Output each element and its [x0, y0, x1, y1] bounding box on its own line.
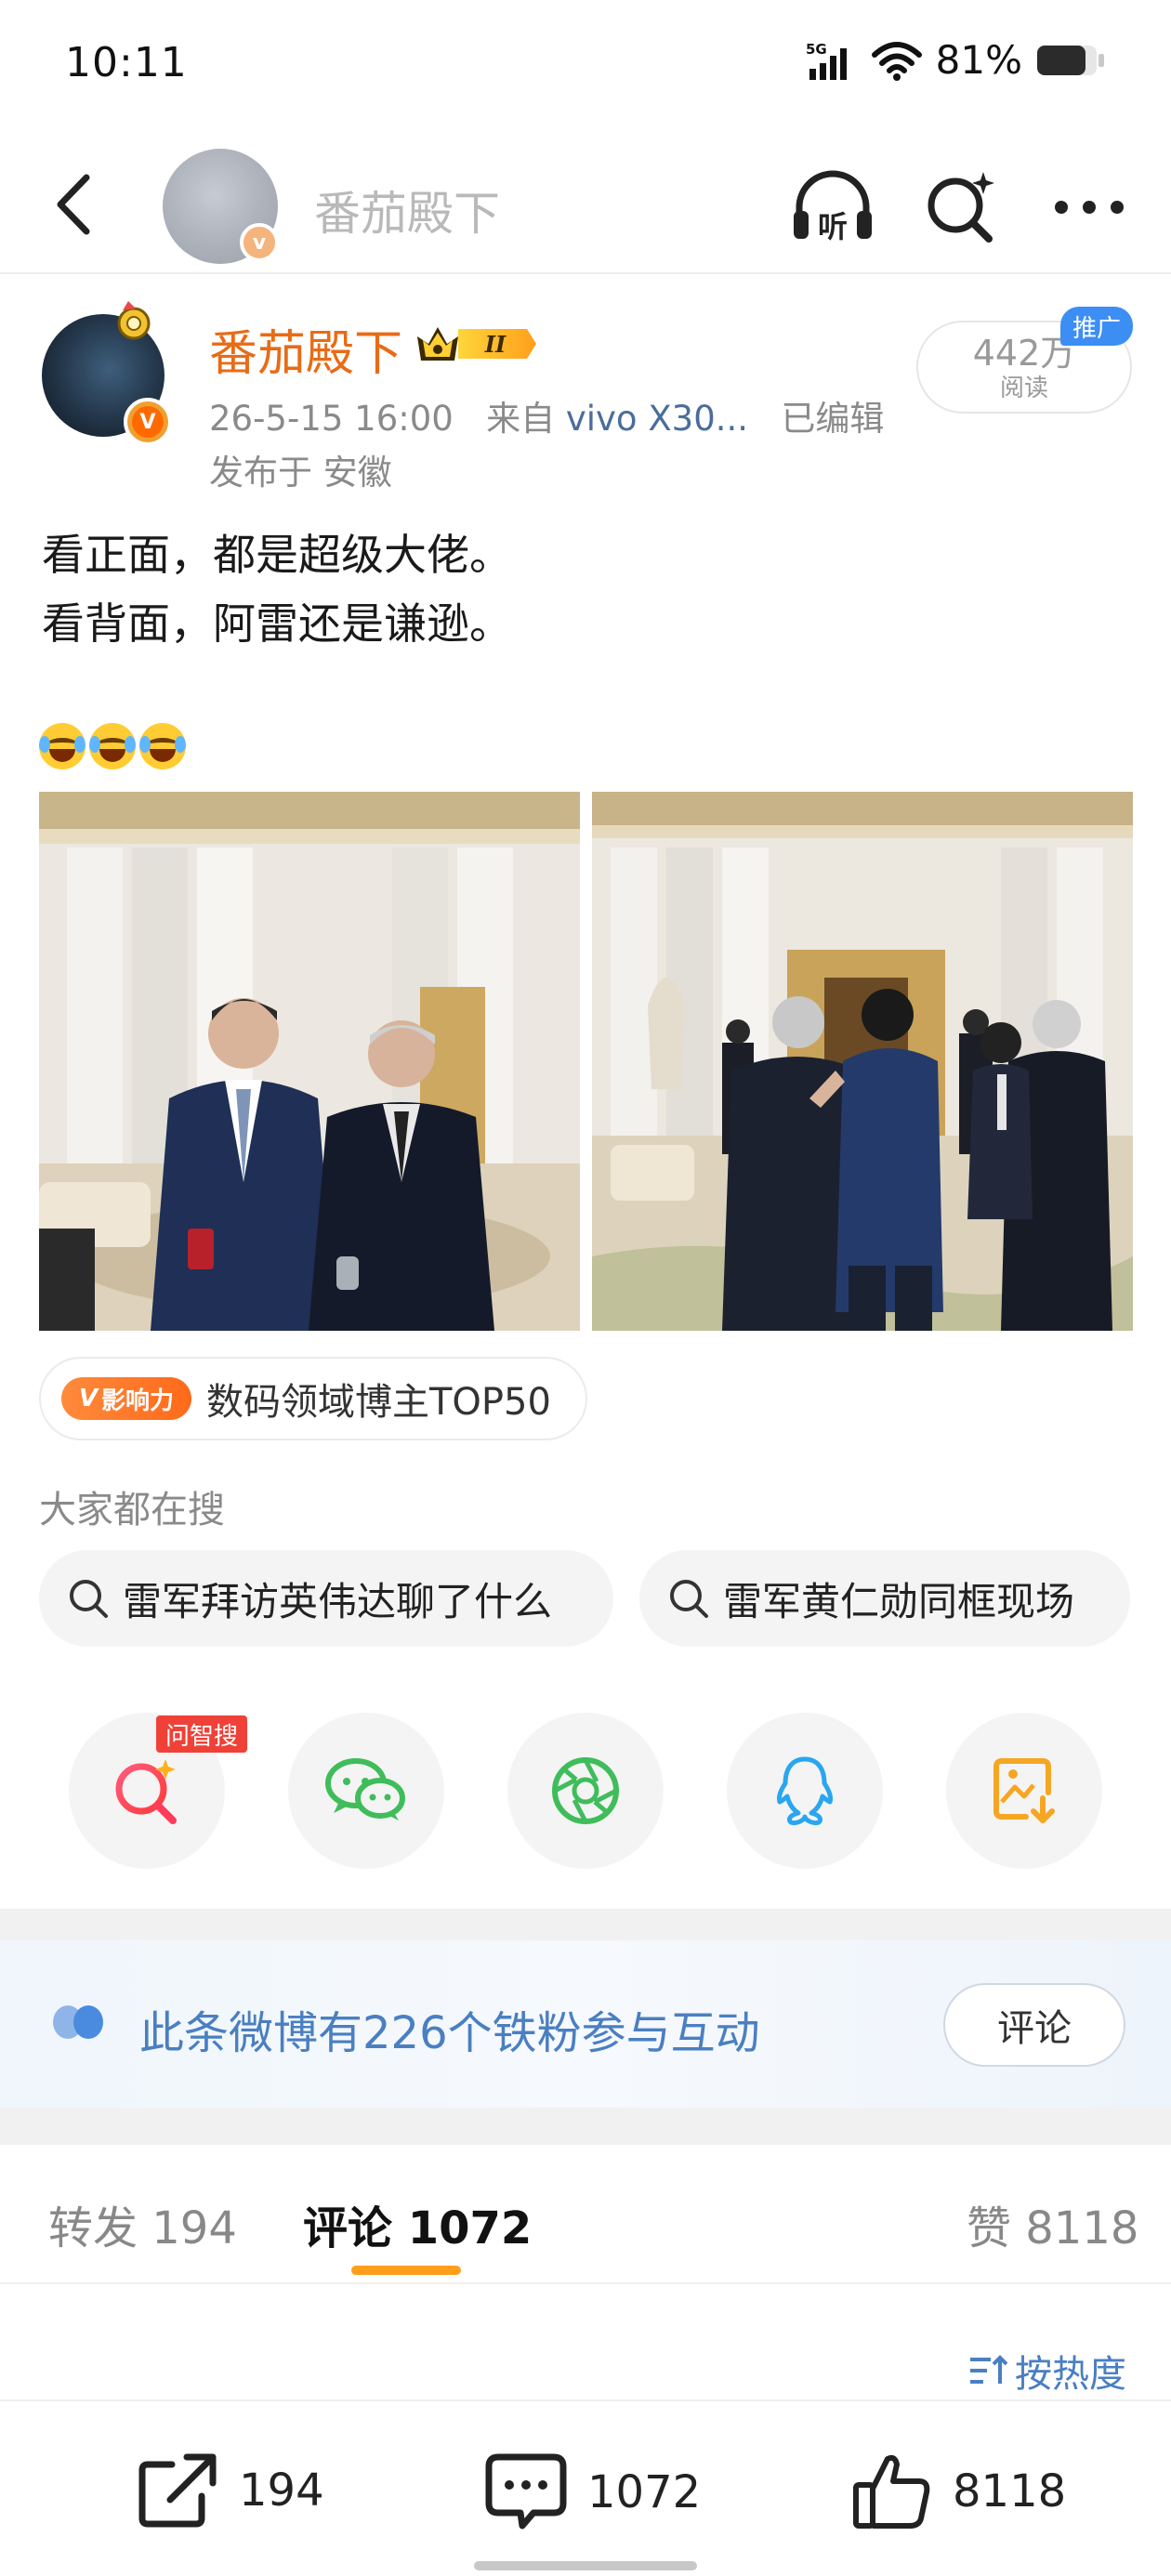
- avatar-decoration-icon: [117, 301, 151, 340]
- share-moments-button[interactable]: [507, 1713, 664, 1869]
- search-heading: 大家都在搜: [39, 1489, 225, 1531]
- ask-search-tag: 问智搜: [156, 1715, 247, 1753]
- vip-crown-badge-icon[interactable]: II: [414, 316, 539, 372]
- status-time: 10:11: [65, 39, 188, 86]
- wechat-icon: [325, 1758, 405, 1820]
- comment-button[interactable]: 评论: [943, 1983, 1125, 2067]
- emoji-row: [39, 723, 186, 769]
- search-suggestion-chip[interactable]: 雷军拜访英伟达聊了什么: [39, 1550, 613, 1647]
- fans-icon: [53, 2005, 103, 2039]
- laugh-cry-emoji-icon: [89, 723, 136, 769]
- post-image-front[interactable]: [39, 792, 580, 1331]
- repost-count: 194: [239, 2464, 324, 2517]
- nav-bar: v 番茄殿下 听: [0, 139, 1171, 274]
- interaction-tabs: 转发 194 评论 1072 赞 8118: [0, 2145, 1171, 2284]
- save-image-icon: [993, 1758, 1055, 1823]
- status-indicators: 5G 81%: [806, 37, 1106, 83]
- listen-button[interactable]: 听: [788, 163, 877, 252]
- verified-badge: v: [240, 223, 279, 262]
- nav-actions: 听: [788, 163, 1134, 252]
- share-qq-button[interactable]: [727, 1713, 883, 1869]
- laugh-cry-emoji-icon: [39, 723, 86, 769]
- tab-likes[interactable]: 赞 8118: [967, 2191, 1138, 2256]
- comment-count: 1072: [587, 2466, 702, 2518]
- post-edited[interactable]: 已编辑: [781, 399, 884, 439]
- ask-search-icon: [115, 1759, 177, 1824]
- moments-icon: [552, 1757, 619, 1824]
- promo-tag[interactable]: 推广: [1060, 307, 1133, 346]
- section-divider: [0, 2108, 1171, 2145]
- tab-repost[interactable]: 转发 194: [48, 2191, 237, 2256]
- bottom-action-bar: 194 1072 8118: [0, 2399, 1171, 2576]
- wifi-icon: [871, 41, 922, 81]
- home-indicator[interactable]: [474, 2561, 697, 2570]
- post-text-line: 看背面，阿雷还是谦逊。: [42, 598, 512, 649]
- back-icon: [57, 174, 90, 235]
- sort-label: 按热度: [1015, 2353, 1126, 2396]
- listen-icon: 听: [794, 170, 872, 244]
- influence-badge-v: V: [78, 1385, 99, 1413]
- influence-pill[interactable]: V 影响力 数码领域博主TOP50: [39, 1357, 587, 1440]
- vip-level: II: [484, 331, 507, 358]
- thumbs-up-icon: [853, 2454, 930, 2529]
- photo-back-image: [592, 792, 1133, 1331]
- post-text: 看正面，都是超级大佬。 看背面，阿雷还是谦逊。: [42, 520, 512, 658]
- fans-text[interactable]: 此条微博有226个铁粉参与互动: [139, 1996, 760, 2061]
- battery-percentage: 81%: [935, 37, 1022, 83]
- reads-label: 阅读: [999, 375, 1048, 402]
- tab-comments[interactable]: 评论 1072: [303, 2191, 532, 2256]
- battery-icon: [1037, 45, 1104, 75]
- search-icon: [670, 1580, 708, 1618]
- svg-text:听: 听: [818, 209, 848, 244]
- nav-title[interactable]: 番茄殿下: [314, 177, 500, 243]
- back-button[interactable]: [37, 167, 112, 242]
- sort-icon: [970, 2355, 1007, 2384]
- post-image-back[interactable]: [592, 792, 1133, 1331]
- share-icon: [138, 2453, 217, 2528]
- influence-badge-label: 影响力: [101, 1387, 175, 1415]
- svg-text:5G: 5G: [806, 41, 827, 58]
- fans-banner: 此条微博有226个铁粉参与互动 评论: [0, 1940, 1171, 2108]
- search-suggestion-text: 雷军拜访英伟达聊了什么: [123, 1578, 553, 1624]
- signal-5g-icon: 5G: [806, 41, 847, 80]
- status-bar: 10:11 5G 81%: [0, 0, 1171, 130]
- search-icon: [70, 1580, 108, 1618]
- comment-action[interactable]: 1072: [483, 2451, 701, 2533]
- active-tab-indicator: [351, 2266, 461, 2275]
- verified-badge: V: [124, 398, 172, 446]
- comment-icon: [485, 2453, 567, 2530]
- sort-button[interactable]: 按热度: [968, 2344, 1126, 2398]
- post-meta: 26-5-15 16:00 来自 vivo X30... 已编辑: [209, 390, 884, 440]
- share-save-image-button[interactable]: [946, 1713, 1102, 1869]
- more-icon: [1055, 201, 1124, 214]
- photo-front-image: [39, 792, 580, 1331]
- like-count: 8118: [953, 2465, 1067, 2517]
- influence-badge: V 影响力: [61, 1377, 191, 1420]
- like-action[interactable]: 8118: [850, 2451, 1066, 2531]
- search-sparkle-icon: [928, 172, 994, 243]
- search-suggestion-text: 雷军黄仁勋同框现场: [723, 1578, 1075, 1624]
- post-device[interactable]: vivo X30...: [566, 399, 748, 439]
- qq-icon: [777, 1756, 833, 1825]
- repost-action[interactable]: 194: [135, 2451, 324, 2530]
- author-name[interactable]: 番茄殿下: [209, 314, 402, 384]
- post-location: 发布于 安徽: [209, 453, 392, 493]
- post-time: 26-5-15 16:00: [209, 399, 454, 439]
- post-text-line: 看正面，都是超级大佬。: [42, 530, 512, 580]
- laugh-cry-emoji-icon: [139, 723, 186, 769]
- search-suggestion-chip[interactable]: 雷军黄仁勋同框现场: [639, 1550, 1130, 1647]
- influence-text: 数码领域博主TOP50: [206, 1381, 551, 1424]
- post-source-prefix: 来自: [486, 399, 556, 439]
- search-button[interactable]: [916, 163, 1006, 252]
- more-button[interactable]: [1045, 163, 1134, 252]
- section-divider: [0, 1909, 1171, 1940]
- share-wechat-button[interactable]: [288, 1713, 444, 1869]
